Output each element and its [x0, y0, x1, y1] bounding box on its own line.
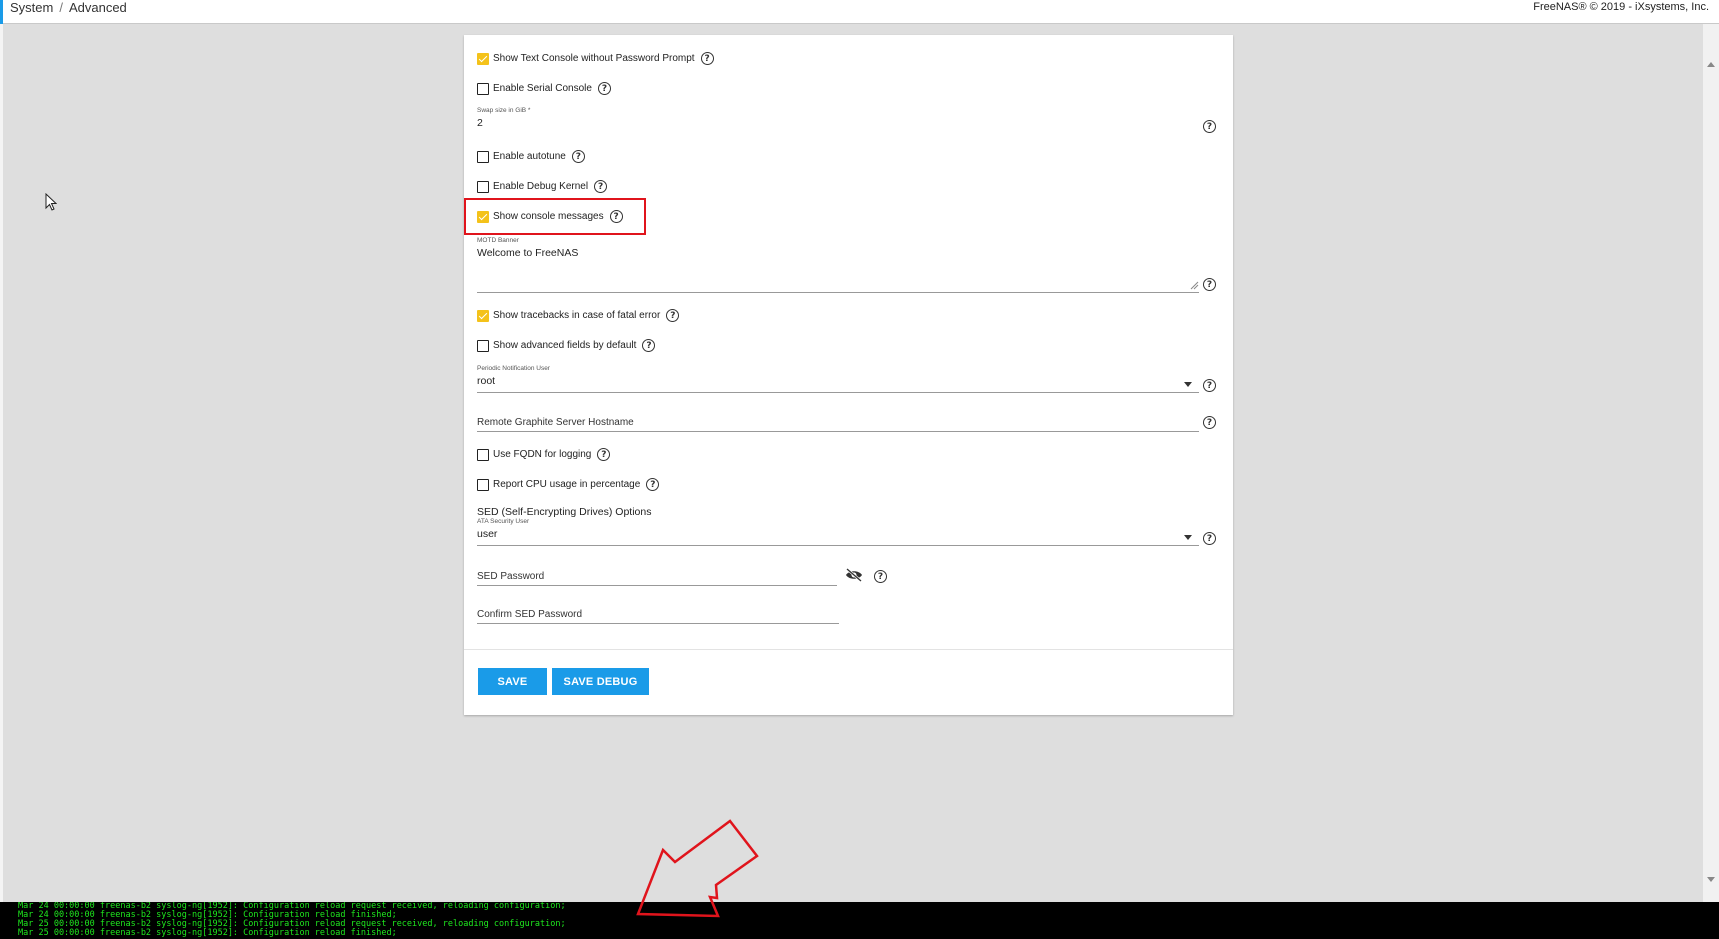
periodic-notification-user-underline: [477, 392, 1199, 393]
enable-autotune-checkbox[interactable]: [477, 150, 489, 163]
visibility-off-icon[interactable]: [845, 568, 863, 582]
use-fqdn-checkbox[interactable]: [477, 448, 489, 461]
show-text-console-row[interactable]: Show Text Console without Password Promp…: [477, 52, 714, 65]
help-icon[interactable]: ?: [1203, 532, 1216, 545]
dropdown-arrow-icon[interactable]: [1184, 382, 1192, 387]
scroll-down-icon[interactable]: [1707, 877, 1715, 882]
enable-autotune-row[interactable]: Enable autotune ?: [477, 150, 585, 163]
console-log-panel: Mar 24 00:00:00 freenas-b2 syslog-ng[195…: [0, 902, 1719, 939]
motd-banner-underline: [477, 292, 1199, 293]
top-bar: System / Advanced FreeNAS® © 2019 - iXsyst…: [0, 0, 1719, 38]
use-fqdn-label: Use FQDN for logging: [493, 449, 592, 460]
breadcrumb-separator: /: [59, 0, 63, 15]
help-icon[interactable]: ?: [646, 478, 660, 491]
periodic-notification-user-label: Periodic Notification User: [477, 365, 550, 372]
save-button[interactable]: SAVE: [478, 668, 547, 695]
enable-serial-console-label: Enable Serial Console: [493, 83, 592, 94]
help-icon[interactable]: ?: [1203, 278, 1216, 291]
breadcrumb-system[interactable]: System: [10, 0, 53, 15]
motd-banner-field[interactable]: MOTD Banner Welcome to FreeNAS: [477, 237, 578, 259]
sed-password-underline: [477, 585, 837, 586]
report-cpu-label: Report CPU usage in percentage: [493, 479, 641, 490]
ata-security-user-underline: [477, 545, 1199, 546]
swap-size-label: Swap size in GiB *: [477, 107, 531, 114]
mouse-pointer-icon: [45, 193, 57, 211]
confirm-sed-password-underline: [477, 623, 839, 624]
motd-banner-label: MOTD Banner: [477, 237, 519, 244]
show-tracebacks-row[interactable]: Show tracebacks in case of fatal error ?: [477, 309, 680, 322]
help-icon[interactable]: ?: [597, 448, 611, 461]
show-advanced-fields-label: Show advanced fields by default: [493, 340, 637, 351]
enable-serial-console-checkbox[interactable]: [477, 82, 489, 95]
periodic-notification-user-select[interactable]: root: [477, 375, 550, 387]
dropdown-arrow-icon[interactable]: [1184, 535, 1192, 540]
ata-security-user-select[interactable]: user: [477, 528, 529, 540]
ata-security-user-label: ATA Security User: [477, 518, 530, 525]
help-icon[interactable]: ?: [597, 82, 611, 95]
show-advanced-fields-checkbox[interactable]: [477, 339, 489, 352]
help-icon[interactable]: ?: [1203, 416, 1216, 429]
enable-debug-kernel-row[interactable]: Enable Debug Kernel ?: [477, 180, 608, 193]
help-icon[interactable]: ?: [1203, 120, 1216, 133]
page-scrollbar[interactable]: [1703, 24, 1719, 902]
remote-graphite-input[interactable]: Remote Graphite Server Hostname: [477, 417, 634, 428]
report-cpu-checkbox[interactable]: [477, 478, 489, 491]
left-edge: [0, 24, 3, 902]
help-icon[interactable]: ?: [594, 180, 608, 193]
card-divider: [464, 649, 1233, 650]
ata-security-user-field[interactable]: ATA Security User user: [477, 518, 529, 540]
show-tracebacks-checkbox[interactable]: [477, 309, 489, 322]
show-text-console-checkbox[interactable]: [477, 52, 489, 65]
annotation-arrow: [636, 819, 759, 918]
help-icon[interactable]: ?: [1203, 379, 1216, 392]
remote-graphite-underline: [477, 431, 1199, 432]
resize-handle-icon[interactable]: [1190, 281, 1199, 290]
swap-size-input[interactable]: 2: [477, 117, 530, 129]
show-tracebacks-label: Show tracebacks in case of fatal error: [493, 310, 661, 321]
sed-password-input[interactable]: SED Password: [477, 571, 544, 582]
copyright-text: FreeNAS® © 2019 - iXsystems, Inc.: [1533, 1, 1709, 13]
swap-size-field[interactable]: Swap size in GiB * 2: [477, 107, 530, 129]
help-icon[interactable]: ?: [642, 339, 656, 352]
enable-debug-kernel-label: Enable Debug Kernel: [493, 181, 589, 192]
confirm-sed-password-input[interactable]: Confirm SED Password: [477, 609, 582, 620]
scroll-up-icon[interactable]: [1707, 62, 1715, 67]
annotation-highlight-box: [464, 198, 646, 235]
enable-serial-console-row[interactable]: Enable Serial Console ?: [477, 82, 611, 95]
sed-section-title: SED (Self-Encrypting Drives) Options: [477, 506, 652, 518]
help-icon[interactable]: ?: [666, 309, 680, 322]
enable-autotune-label: Enable autotune: [493, 151, 566, 162]
save-debug-button[interactable]: SAVE DEBUG: [552, 668, 649, 695]
breadcrumb: System / Advanced: [10, 0, 127, 15]
breadcrumb-advanced: Advanced: [68, 0, 127, 15]
report-cpu-row[interactable]: Report CPU usage in percentage ?: [477, 478, 660, 491]
show-advanced-fields-row[interactable]: Show advanced fields by default ?: [477, 339, 656, 352]
help-icon[interactable]: ?: [700, 52, 714, 65]
use-fqdn-row[interactable]: Use FQDN for logging ?: [477, 448, 611, 461]
show-text-console-label: Show Text Console without Password Promp…: [493, 53, 695, 64]
advanced-settings-card: Show Text Console without Password Promp…: [464, 35, 1233, 715]
enable-debug-kernel-checkbox[interactable]: [477, 180, 489, 193]
help-icon[interactable]: ?: [571, 150, 585, 163]
periodic-notification-user-field[interactable]: Periodic Notification User root: [477, 365, 550, 387]
help-icon[interactable]: ?: [874, 570, 887, 583]
motd-banner-textarea[interactable]: Welcome to FreeNAS: [477, 247, 578, 259]
console-line: Mar 25 00:00:00 freenas-b2 syslog-ng[195…: [18, 928, 397, 938]
